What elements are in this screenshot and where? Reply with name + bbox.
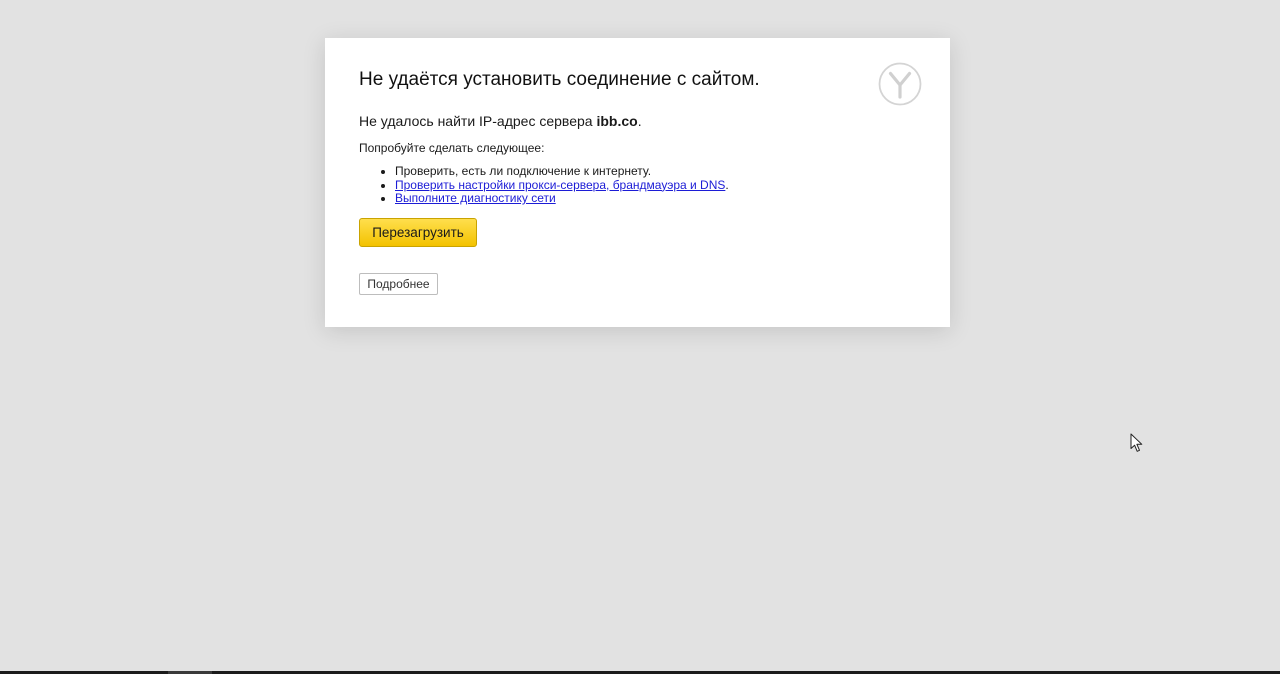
details-button[interactable]: Подробнее: [359, 272, 438, 295]
error-card: Не удаётся установить соединение с сайто…: [325, 38, 950, 327]
try-label: Попробуйте сделать следующее:: [359, 141, 545, 155]
reload-button[interactable]: Перезагрузить: [359, 217, 477, 247]
message-suffix: .: [637, 113, 642, 129]
suggestion-item: Проверить настройки прокси-сервера, бран…: [395, 177, 916, 193]
network-diagnostics-link[interactable]: Выполните диагностику сети: [395, 191, 556, 205]
proxy-settings-link[interactable]: Проверить настройки прокси-сервера, бран…: [395, 178, 725, 192]
yandex-browser-logo-icon: [878, 62, 922, 106]
suggestion-suffix: .: [725, 177, 729, 192]
message-prefix: Не удалось найти IP-адрес сервера: [359, 113, 597, 129]
browser-error-page: Не удаётся установить соединение с сайто…: [0, 0, 1280, 674]
suggestion-check-connection: Проверить, есть ли подключение к интерне…: [395, 164, 652, 178]
details-row: Подробнее: [359, 272, 916, 295]
server-host: ibb.co: [596, 113, 638, 129]
error-message: Не удалось найти IP-адрес сервера ibb.co…: [359, 112, 916, 130]
suggestion-item: Выполните диагностику сети: [395, 191, 916, 206]
page-title: Не удаётся установить соединение с сайто…: [359, 69, 760, 90]
suggestion-item: Проверить, есть ли подключение к интерне…: [395, 164, 916, 179]
suggestions-list: Проверить, есть ли подключение к интерне…: [359, 164, 916, 206]
mouse-pointer-icon: [1130, 433, 1143, 452]
